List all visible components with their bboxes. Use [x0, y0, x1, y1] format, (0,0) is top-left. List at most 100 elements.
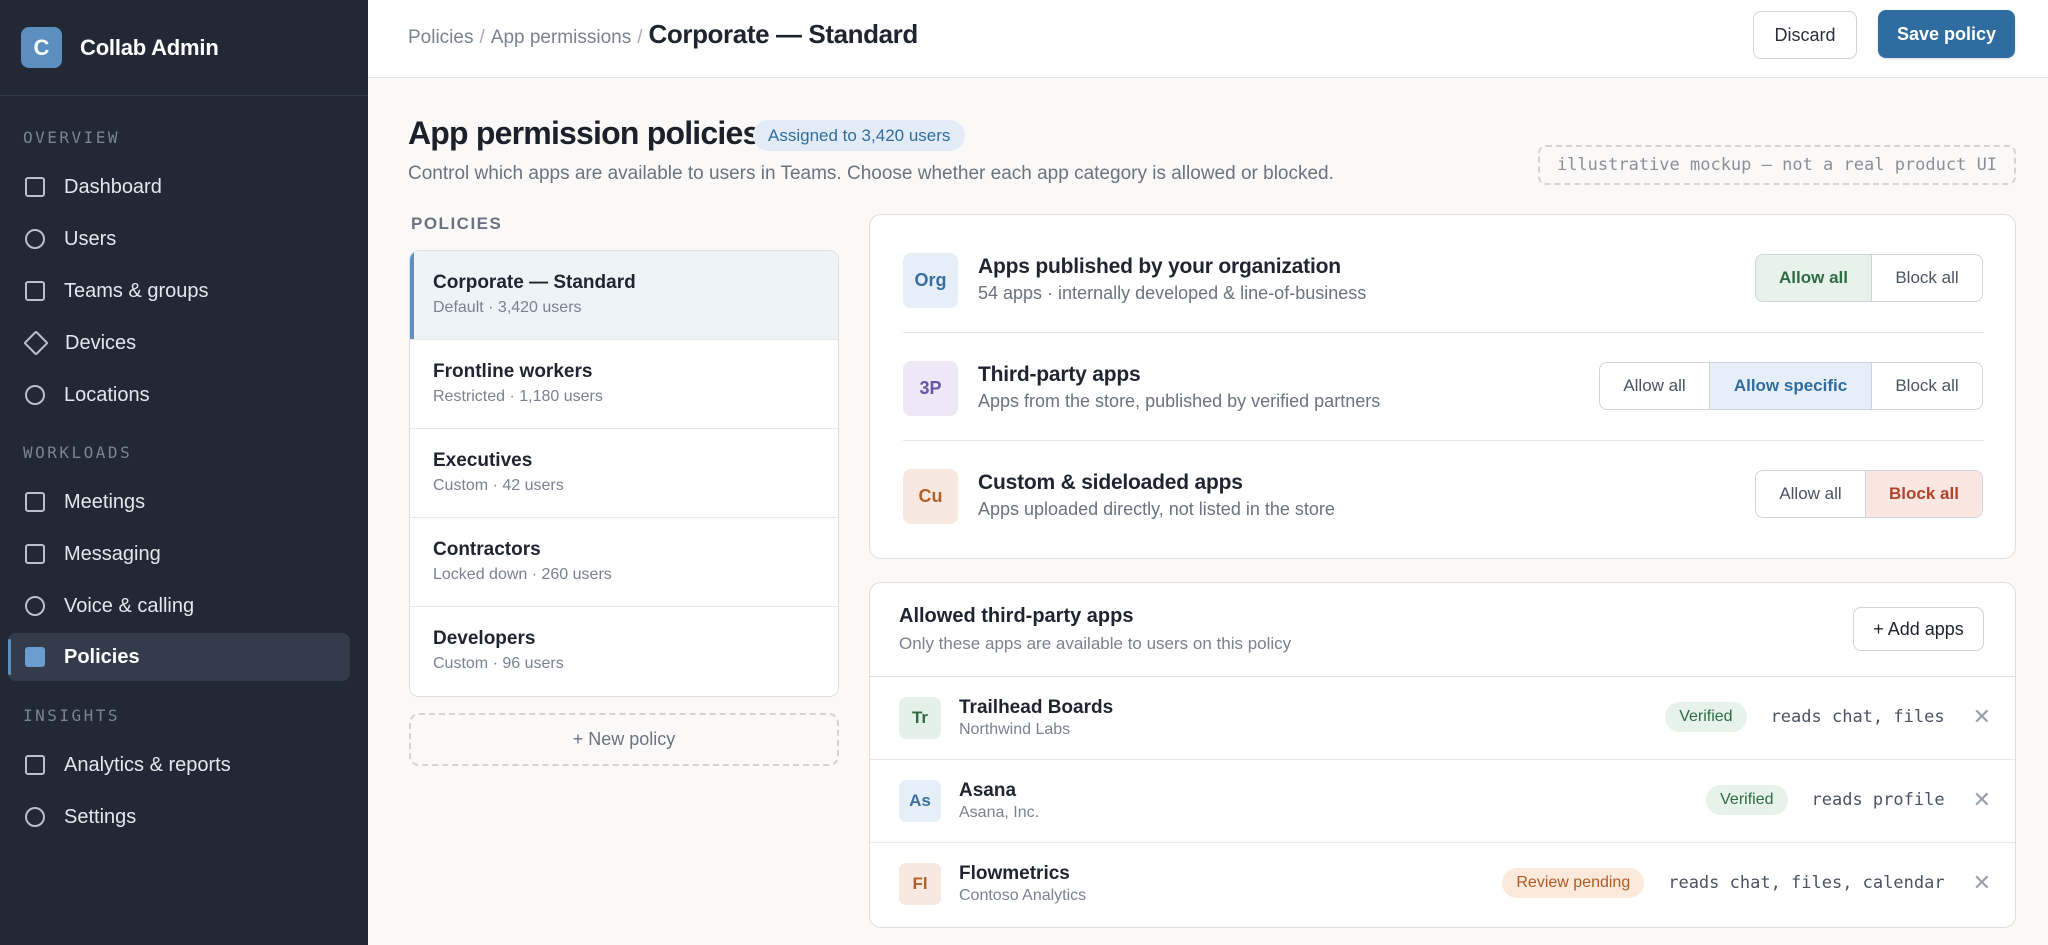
sidebar-item-messaging[interactable]: Messaging: [8, 530, 350, 578]
divider: [903, 440, 1984, 441]
category-title: Third-party apps: [978, 363, 1141, 386]
breadcrumb-link-app-permissions[interactable]: App permissions: [491, 27, 631, 49]
sidebar-item-settings[interactable]: Settings: [8, 793, 350, 841]
square-icon: [25, 647, 45, 667]
app-permissions: reads chat, files, calendar: [1668, 873, 1945, 893]
square-icon: [25, 544, 45, 564]
remove-app-icon[interactable]: ✕: [1973, 789, 1991, 811]
policy-name: Corporate — Standard: [433, 272, 636, 293]
custom-apps-toggle: Allow all Block all: [1755, 470, 1983, 518]
save-policy-button[interactable]: Save policy: [1878, 10, 2015, 58]
breadcrumb-separator: /: [479, 27, 485, 48]
allow-all-button[interactable]: Allow all: [1756, 471, 1866, 517]
policy-item-corporate-standard[interactable]: Corporate — Standard Default · 3,420 use…: [410, 251, 838, 340]
top-header: Policies / App permissions / Corporate —…: [368, 0, 2048, 78]
app-details: Verified reads profile ✕: [1706, 784, 1991, 816]
discard-button[interactable]: Discard: [1753, 11, 1857, 59]
sidebar-item-label: Analytics & reports: [64, 753, 231, 776]
circle-icon: [25, 596, 45, 616]
app-name: Flowmetrics: [959, 863, 1070, 884]
section-label-workloads: WORKLOADS: [23, 443, 133, 462]
sidebar-item-locations[interactable]: Locations: [8, 371, 350, 419]
policy-item-executives[interactable]: Executives Custom · 42 users: [410, 429, 838, 518]
status-badge: Verified: [1706, 785, 1788, 815]
sidebar-item-meetings[interactable]: Meetings: [8, 478, 350, 526]
category-description: Apps from the store, published by verifi…: [978, 391, 1381, 411]
third-party-apps-icon: 3P: [903, 361, 958, 416]
policy-list: Corporate — Standard Default · 3,420 use…: [409, 250, 839, 697]
sidebar: C Collab Admin OVERVIEW Dashboard Users …: [0, 0, 368, 945]
policy-item-developers[interactable]: Developers Custom · 96 users: [410, 607, 838, 696]
app-row: Fl Flowmetrics Contoso Analytics Review …: [870, 843, 2015, 926]
square-icon: [25, 281, 45, 301]
new-policy-button[interactable]: + New policy: [409, 713, 839, 766]
sidebar-item-label: Policies: [64, 645, 140, 668]
breadcrumb: Policies / App permissions / Corporate —…: [408, 19, 918, 50]
app-permissions: reads chat, files: [1770, 707, 1945, 727]
app-vendor: Asana, Inc.: [959, 804, 1040, 821]
category-description: 54 apps · internally developed & line-of…: [978, 283, 1367, 303]
app-avatar: Fl: [899, 863, 941, 905]
circle-icon: [25, 807, 45, 827]
status-badge: Review pending: [1502, 868, 1645, 898]
sidebar-item-devices[interactable]: Devices: [8, 319, 350, 367]
brand-logo: C: [21, 27, 62, 68]
block-all-button[interactable]: Block all: [1872, 255, 1982, 301]
allow-specific-button[interactable]: Allow specific: [1710, 363, 1872, 409]
policy-item-contractors[interactable]: Contractors Locked down · 260 users: [410, 518, 838, 607]
policy-meta: Custom · 96 users: [433, 655, 564, 672]
policy-meta: Locked down · 260 users: [433, 566, 612, 583]
assigned-users-badge: Assigned to 3,420 users: [753, 120, 966, 151]
allowed-apps-card: Allowed third-party apps Only these apps…: [869, 582, 2016, 928]
remove-app-icon[interactable]: ✕: [1973, 706, 1991, 728]
square-icon: [25, 492, 45, 512]
app-avatar: Tr: [899, 697, 941, 739]
allowed-apps-title: Allowed third-party apps: [899, 605, 1134, 627]
page-title-current: Corporate — Standard: [648, 19, 919, 49]
sidebar-item-voice-calling[interactable]: Voice & calling: [8, 582, 350, 630]
sidebar-item-label: Meetings: [64, 490, 146, 513]
sidebar-item-label: Locations: [64, 383, 150, 406]
app-name: Collab Admin: [80, 34, 219, 60]
sidebar-item-users[interactable]: Users: [8, 215, 350, 263]
remove-app-icon[interactable]: ✕: [1973, 872, 1991, 894]
diamond-icon: [23, 330, 49, 356]
allow-all-button[interactable]: Allow all: [1756, 255, 1872, 301]
breadcrumb-link-policies[interactable]: Policies: [408, 27, 473, 49]
allow-all-button[interactable]: Allow all: [1600, 363, 1710, 409]
section-label-insights: INSIGHTS: [23, 706, 121, 725]
policy-name: Frontline workers: [433, 361, 593, 382]
circle-icon: [25, 385, 45, 405]
page-subtitle: Control which apps are available to user…: [408, 163, 1334, 184]
policy-name: Contractors: [433, 539, 541, 560]
app-details: Verified reads chat, files ✕: [1665, 701, 1991, 733]
square-icon: [25, 755, 45, 775]
section-label-overview: OVERVIEW: [23, 128, 121, 147]
brand: C Collab Admin: [0, 0, 368, 96]
app-name: Asana: [959, 780, 1017, 801]
sidebar-item-label: Users: [64, 227, 117, 250]
category-title: Apps published by your organization: [978, 255, 1341, 278]
category-description: Apps uploaded directly, not listed in th…: [978, 499, 1335, 519]
block-all-button[interactable]: Block all: [1866, 471, 1982, 517]
status-badge: Verified: [1665, 702, 1747, 732]
sidebar-item-teams-groups[interactable]: Teams & groups: [8, 267, 350, 315]
allowed-apps-subtitle: Only these apps are available to users o…: [899, 634, 1292, 653]
sidebar-item-analytics-reports[interactable]: Analytics & reports: [8, 741, 350, 789]
breadcrumb-separator: /: [637, 27, 643, 48]
policy-name: Executives: [433, 450, 533, 471]
sidebar-item-policies[interactable]: Policies: [8, 633, 350, 681]
app-name: Trailhead Boards: [959, 697, 1114, 718]
app-categories-card: Org Apps published by your organization …: [869, 214, 2016, 559]
policy-item-frontline-workers[interactable]: Frontline workers Restricted · 1,180 use…: [410, 340, 838, 429]
app-permissions: reads profile: [1811, 790, 1945, 810]
sidebar-item-dashboard[interactable]: Dashboard: [8, 163, 350, 211]
sidebar-item-label: Settings: [64, 805, 137, 828]
sidebar-item-label: Dashboard: [64, 175, 162, 198]
app-row: Tr Trailhead Boards Northwind Labs Verif…: [870, 677, 2015, 760]
policy-meta: Restricted · 1,180 users: [433, 388, 603, 405]
block-all-button[interactable]: Block all: [1872, 363, 1982, 409]
add-apps-button[interactable]: + Add apps: [1853, 607, 1984, 651]
divider: [903, 332, 1984, 333]
square-icon: [25, 177, 45, 197]
